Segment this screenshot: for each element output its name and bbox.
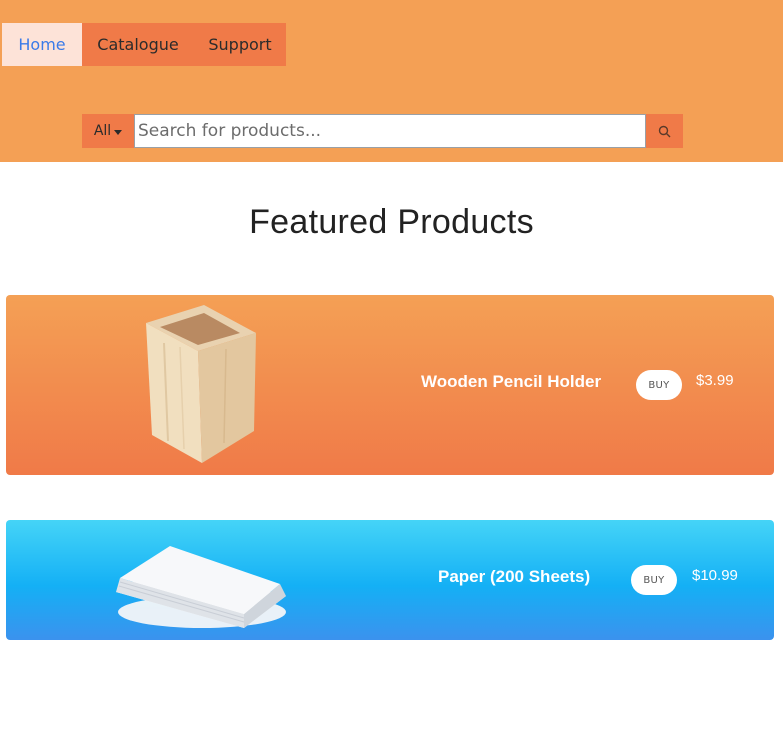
product-price: $10.99 bbox=[692, 567, 738, 584]
caret-down-icon bbox=[114, 129, 123, 135]
pencil-holder-icon bbox=[146, 305, 256, 463]
search-button[interactable] bbox=[646, 114, 683, 148]
page-title: Featured Products bbox=[249, 203, 534, 241]
search-category-dropdown[interactable]: All bbox=[82, 114, 134, 148]
product-card-paper: Paper (200 Sheets) BUY $10.99 bbox=[6, 520, 774, 640]
buy-button[interactable]: BUY bbox=[636, 370, 682, 400]
nav-support[interactable]: Support bbox=[194, 23, 286, 66]
nav-catalogue[interactable]: Catalogue bbox=[82, 23, 194, 66]
product-card-pencil-holder: Wooden Pencil Holder BUY $3.99 bbox=[6, 295, 774, 475]
search-bar: All bbox=[82, 114, 683, 148]
search-category-label: All bbox=[93, 123, 112, 139]
product-name: Wooden Pencil Holder bbox=[421, 372, 602, 391]
buy-button[interactable]: BUY bbox=[631, 565, 677, 595]
site-header: Home Catalogue Support All bbox=[0, 0, 783, 162]
product-price: $3.99 bbox=[696, 372, 734, 389]
main-nav: Home Catalogue Support bbox=[2, 23, 286, 66]
product-name: Paper (200 Sheets) bbox=[438, 567, 591, 586]
search-icon bbox=[658, 125, 671, 137]
search-input[interactable] bbox=[134, 114, 646, 148]
paper-stack-icon bbox=[116, 546, 286, 628]
nav-home[interactable]: Home bbox=[2, 23, 82, 66]
